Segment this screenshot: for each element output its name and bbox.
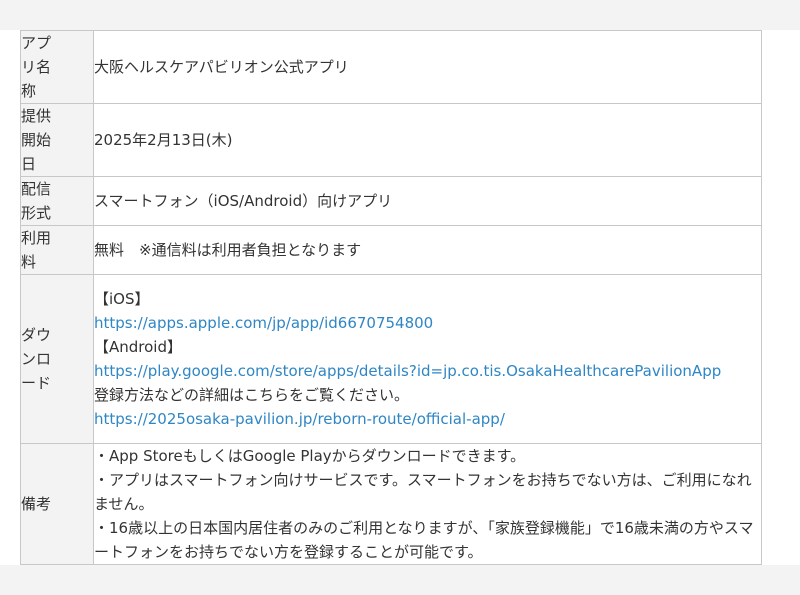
row-value-app-name: 大阪ヘルスケアパビリオン公式アプリ xyxy=(93,30,762,104)
app-info-table: アプリ名称 大阪ヘルスケアパビリオン公式アプリ 提供開始日 2025年2月13日… xyxy=(20,30,762,565)
row-value-remarks: ・App StoreもしくはGoogle Playからダウンロードできます。 ・… xyxy=(93,443,762,565)
ios-heading: 【iOS】 xyxy=(94,290,150,308)
remark-note-1: ・App StoreもしくはGoogle Playからダウンロードできます。 xyxy=(94,447,526,465)
row-label-fee: 利用料 xyxy=(20,225,94,275)
registration-note: 登録方法などの詳細はこちらをご覧ください。 xyxy=(94,386,410,404)
row-value-release-date: 2025年2月13日(木) xyxy=(93,103,762,177)
ios-download-link[interactable]: https://apps.apple.com/jp/app/id66707548… xyxy=(94,311,761,335)
registration-details-link[interactable]: https://2025osaka-pavilion.jp/reborn-rou… xyxy=(94,407,761,431)
remark-note-3: ・16歳以上の日本国内居住者のみのご利用となりますが、「家族登録機能」で16歳未… xyxy=(94,519,754,561)
row-label-remarks: 備考 xyxy=(20,443,94,565)
row-value-download: 【iOS】 https://apps.apple.com/jp/app/id66… xyxy=(93,274,762,444)
table-row-release-date: 提供開始日 2025年2月13日(木) xyxy=(20,103,762,177)
row-value-distribution: スマートフォン（iOS/Android）向けアプリ xyxy=(93,176,762,226)
table-row-distribution: 配信形式 スマートフォン（iOS/Android）向けアプリ xyxy=(20,176,762,226)
bottom-background-band xyxy=(0,565,800,595)
android-heading: 【Android】 xyxy=(94,338,182,356)
table-row-app-name: アプリ名称 大阪ヘルスケアパビリオン公式アプリ xyxy=(20,30,762,104)
table-row-remarks: 備考 ・App StoreもしくはGoogle Playからダウンロードできます… xyxy=(20,443,762,565)
android-download-link[interactable]: https://play.google.com/store/apps/detai… xyxy=(94,359,761,383)
row-label-app-name: アプリ名称 xyxy=(20,30,94,104)
remark-note-2: ・アプリはスマートフォン向けサービスです。スマートフォンをお持ちでない方は、ご利… xyxy=(94,471,752,513)
row-value-fee: 無料 ※通信料は利用者負担となります xyxy=(93,225,762,275)
table-row-fee: 利用料 無料 ※通信料は利用者負担となります xyxy=(20,225,762,275)
top-background-band xyxy=(0,0,800,30)
row-label-distribution: 配信形式 xyxy=(20,176,94,226)
row-label-release-date: 提供開始日 xyxy=(20,103,94,177)
row-label-download: ダウンロード xyxy=(20,274,94,444)
table-row-download: ダウンロード 【iOS】 https://apps.apple.com/jp/a… xyxy=(20,274,762,444)
